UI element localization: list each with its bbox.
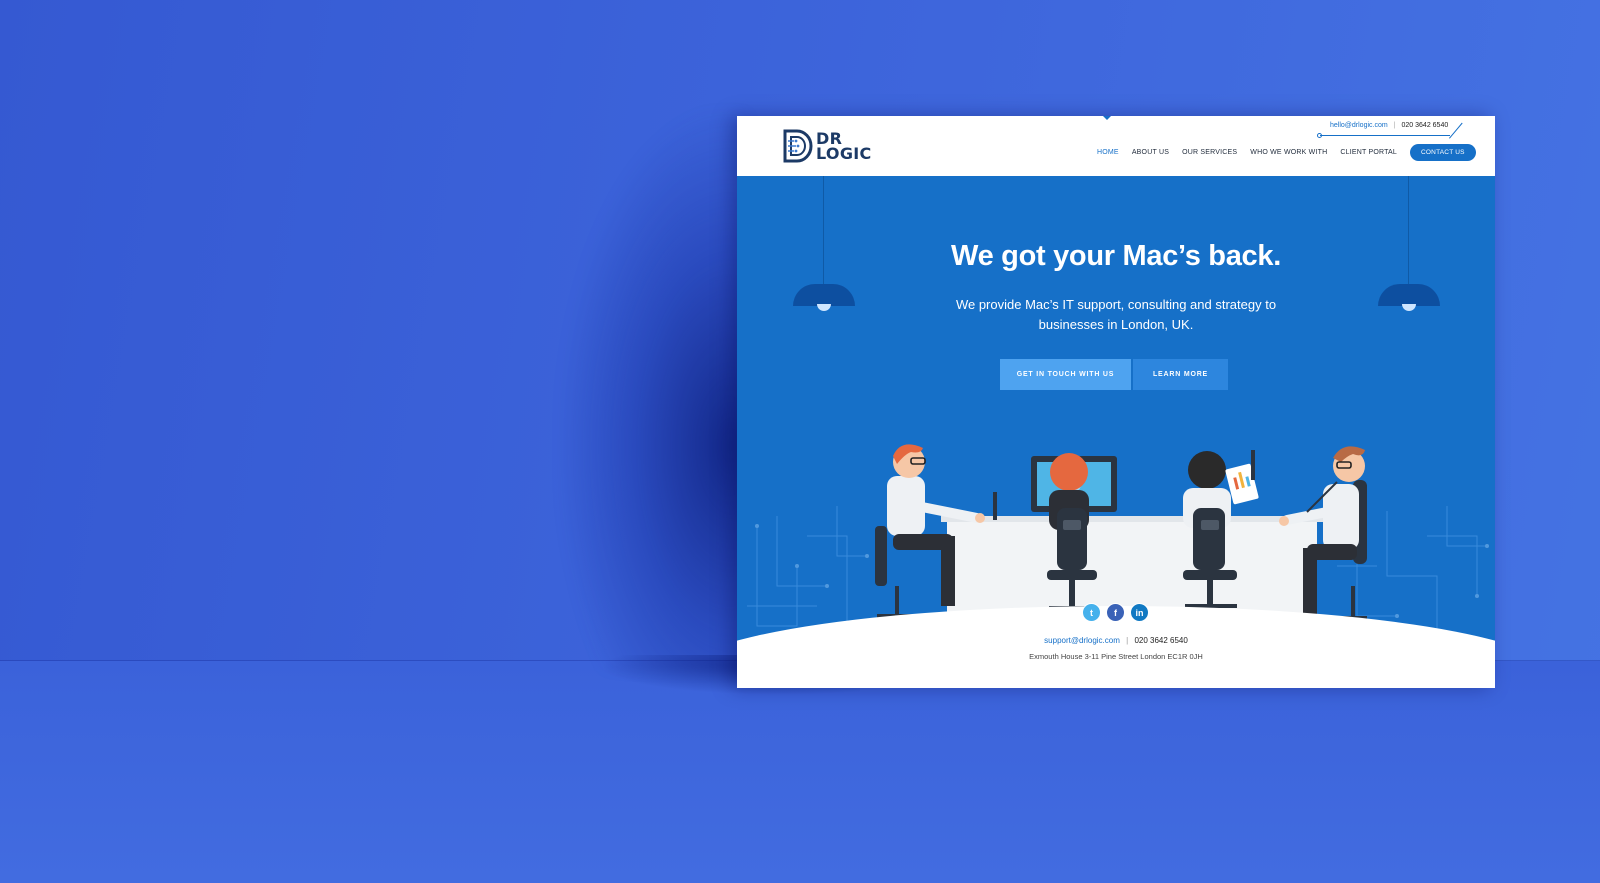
header-contact-strip: hello@drlogic.com | 020 3642 6540 bbox=[1330, 122, 1448, 129]
contact-strip-line bbox=[1320, 135, 1450, 136]
footer-contact: support@drlogic.com | 020 3642 6540 bbox=[737, 636, 1495, 645]
get-in-touch-button[interactable]: GET IN TOUCH WITH US bbox=[1000, 359, 1131, 390]
site-logo[interactable]: DR LOGIC bbox=[783, 129, 872, 163]
header-email-link[interactable]: hello@drlogic.com bbox=[1330, 122, 1388, 129]
main-nav: HOME ABOUT US OUR SERVICES WHO WE WORK W… bbox=[1097, 144, 1476, 161]
contact-us-button[interactable]: CONTACT US bbox=[1410, 144, 1476, 161]
learn-more-button[interactable]: LEARN MORE bbox=[1133, 359, 1228, 390]
logo-wordmark: DR LOGIC bbox=[816, 131, 872, 163]
lamp-shade bbox=[793, 284, 855, 306]
facebook-icon[interactable]: f bbox=[1106, 603, 1125, 622]
hero-subtitle: We provide Mac’s IT support, consulting … bbox=[955, 297, 1277, 332]
nav-item-our-services[interactable]: OUR SERVICES bbox=[1182, 149, 1237, 156]
lamp-bulb bbox=[1402, 304, 1416, 311]
site-header: DR LOGIC hello@drlogic.com | 020 3642 65… bbox=[737, 116, 1495, 176]
header-contact-separator: | bbox=[1393, 122, 1396, 129]
contact-strip-slash bbox=[1449, 122, 1463, 139]
hero-buttons: GET IN TOUCH WITH US LEARN MORE bbox=[1000, 359, 1228, 390]
lamp-bulb bbox=[817, 304, 831, 311]
website-mockup: DR LOGIC hello@drlogic.com | 020 3642 65… bbox=[737, 116, 1495, 688]
footer-address: Exmouth House 3-11 Pine Street London EC… bbox=[1029, 652, 1203, 661]
logo-line-2: LOGIC bbox=[816, 144, 872, 163]
header-caret bbox=[1103, 116, 1111, 120]
logo-mark-icon bbox=[783, 129, 813, 163]
linkedin-icon[interactable]: in bbox=[1130, 603, 1149, 622]
nav-item-client-portal[interactable]: CLIENT PORTAL bbox=[1340, 149, 1397, 156]
nav-item-about-us[interactable]: ABOUT US bbox=[1132, 149, 1169, 156]
nav-item-who-we-work-with[interactable]: WHO WE WORK WITH bbox=[1250, 149, 1327, 156]
mockup-shadow bbox=[560, 110, 750, 670]
lamp-shade bbox=[1378, 284, 1440, 306]
twitter-icon[interactable]: t bbox=[1082, 603, 1101, 622]
footer-phone-link[interactable]: 020 3642 6540 bbox=[1134, 636, 1187, 645]
footer-email-link[interactable]: support@drlogic.com bbox=[1044, 636, 1120, 645]
social-links: t f in bbox=[1082, 603, 1149, 622]
hero-title: We got your Mac’s back. bbox=[951, 240, 1281, 272]
footer-contact-separator: | bbox=[1126, 636, 1129, 645]
nav-item-home[interactable]: HOME bbox=[1097, 149, 1119, 156]
header-phone-link[interactable]: 020 3642 6540 bbox=[1402, 122, 1449, 129]
